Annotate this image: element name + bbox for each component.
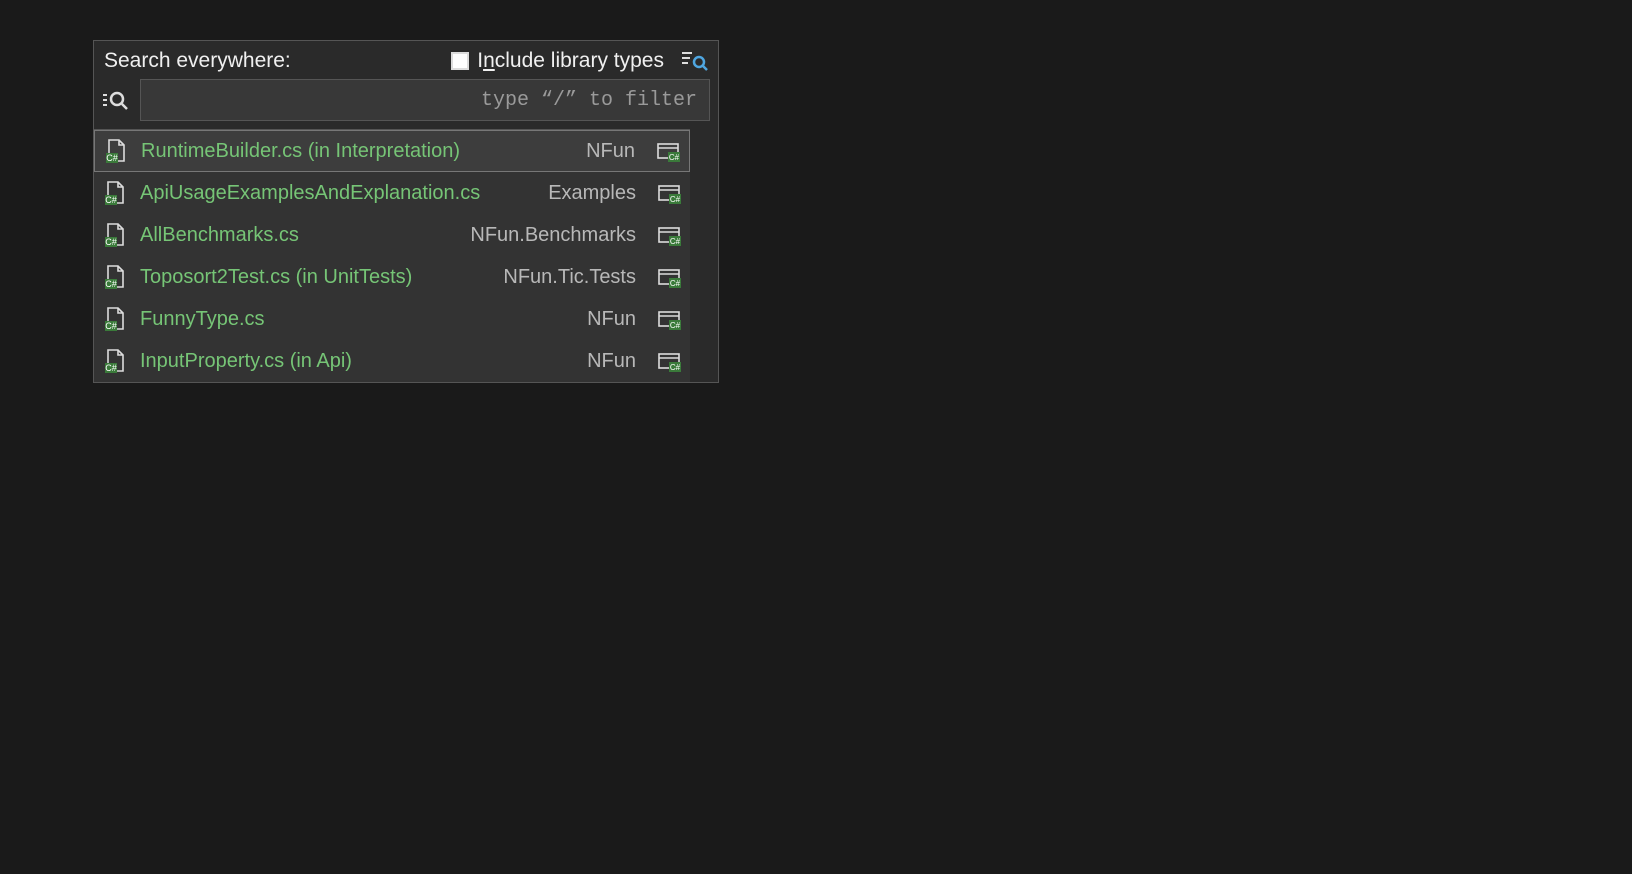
search-scope-icon[interactable] (102, 89, 130, 111)
result-project-name: NFun (587, 350, 636, 373)
result-row[interactable]: Toposort2Test.cs (in UnitTests) NFun.Tic.… (94, 256, 690, 298)
result-file-name: RuntimeBuilder.cs (in Interpretation) (141, 140, 572, 163)
csharp-project-icon (657, 140, 681, 162)
checkbox-box (451, 52, 469, 70)
result-project-name: NFun (587, 308, 636, 331)
result-file-name: AllBenchmarks.cs (140, 224, 456, 247)
search-everywhere-popup: Search everywhere: Include library types (93, 40, 719, 383)
csharp-file-icon (105, 139, 127, 163)
popup-header: Search everywhere: Include library types (94, 41, 718, 79)
csharp-project-icon (658, 266, 682, 288)
csharp-project-icon (658, 308, 682, 330)
result-project-name: NFun.Benchmarks (470, 224, 636, 247)
csharp-project-icon (658, 350, 682, 372)
popup-title: Search everywhere: (104, 49, 443, 73)
result-file-name: ApiUsageExamplesAndExplanation.cs (140, 182, 534, 205)
result-row[interactable]: RuntimeBuilder.cs (in Interpretation) NFu… (94, 130, 690, 172)
search-input[interactable] (140, 79, 710, 121)
csharp-file-icon (104, 349, 126, 373)
result-file-name: InputProperty.cs (in Api) (140, 350, 573, 373)
result-row[interactable]: FunnyType.cs NFun (94, 298, 690, 340)
checkbox-label: Include library types (477, 49, 664, 73)
filter-options-icon[interactable] (682, 50, 708, 72)
csharp-file-icon (104, 265, 126, 289)
csharp-file-icon (104, 307, 126, 331)
result-row[interactable]: InputProperty.cs (in Api) NFun (94, 340, 690, 382)
result-file-name: Toposort2Test.cs (in UnitTests) (140, 266, 489, 289)
result-row[interactable]: ApiUsageExamplesAndExplanation.cs Example… (94, 172, 690, 214)
result-file-name: FunnyType.cs (140, 308, 573, 331)
result-row[interactable]: AllBenchmarks.cs NFun.Benchmarks (94, 214, 690, 256)
csharp-file-icon (104, 223, 126, 247)
csharp-project-icon (658, 224, 682, 246)
csharp-project-icon (658, 182, 682, 204)
search-row (94, 79, 718, 129)
result-project-name: NFun (586, 140, 635, 163)
result-project-name: NFun.Tic.Tests (503, 266, 636, 289)
result-project-name: Examples (548, 182, 636, 205)
results-list: RuntimeBuilder.cs (in Interpretation) NFu… (94, 129, 690, 382)
include-library-types-checkbox[interactable]: Include library types (451, 49, 664, 73)
csharp-file-icon (104, 181, 126, 205)
